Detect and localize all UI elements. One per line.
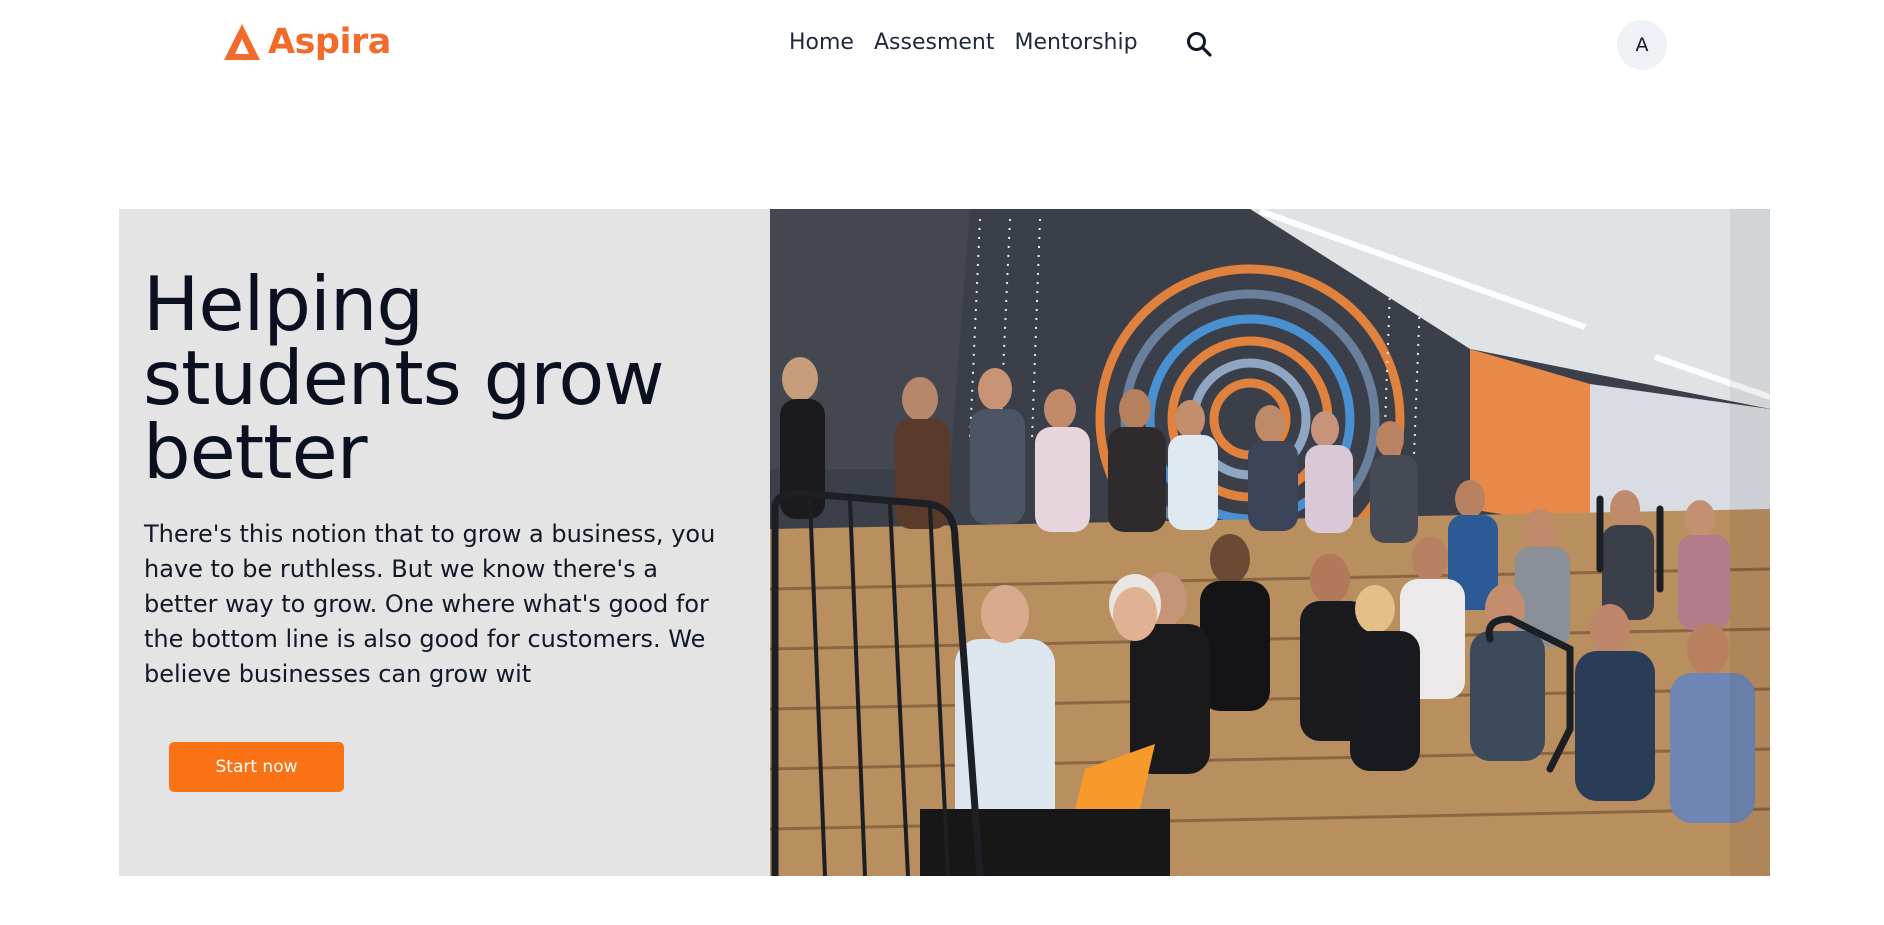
- hero-description: There's this notion that to grow a busin…: [144, 520, 716, 688]
- start-now-button[interactable]: Start now: [169, 742, 344, 792]
- logo-mark-icon: [224, 24, 260, 60]
- nav-link-mentorship[interactable]: Mentorship: [1014, 30, 1137, 55]
- brand-name: Aspira: [268, 22, 391, 62]
- nav-link-assesment[interactable]: Assesment: [874, 30, 995, 55]
- main-nav: Home Assesment Mentorship: [789, 30, 1138, 55]
- top-navbar: Aspira Home Assesment Mentorship A: [0, 0, 1884, 90]
- brand-logo[interactable]: Aspira: [222, 22, 391, 62]
- nav-link-home[interactable]: Home: [789, 30, 854, 55]
- search-icon[interactable]: [1185, 30, 1213, 58]
- hero-image: [770, 209, 1770, 876]
- hero-title: Helping students grow better: [143, 260, 665, 496]
- hero-text-panel: Helping students grow better There's thi…: [119, 209, 770, 876]
- hero-section: Helping students grow better There's thi…: [119, 209, 1770, 876]
- user-avatar[interactable]: A: [1617, 20, 1667, 70]
